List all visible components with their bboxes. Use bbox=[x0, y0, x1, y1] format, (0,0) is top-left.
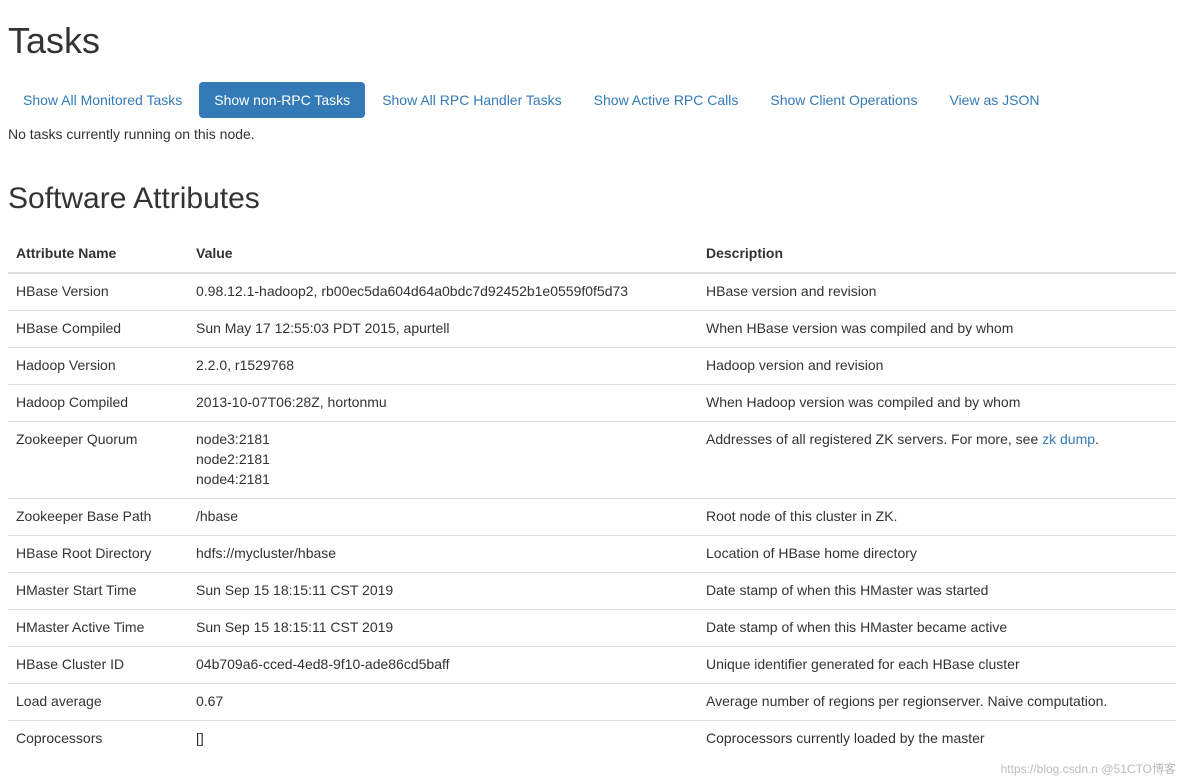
attr-description: When HBase version was compiled and by w… bbox=[698, 310, 1176, 347]
tab-item: Show All RPC Handler Tasks bbox=[367, 82, 576, 118]
col-value: Value bbox=[188, 236, 698, 273]
attr-name: Hadoop Compiled bbox=[8, 384, 188, 421]
table-row: HMaster Active TimeSun Sep 15 18:15:11 C… bbox=[8, 609, 1176, 646]
tab-item: Show Active RPC Calls bbox=[579, 82, 754, 118]
tab-link[interactable]: Show Active RPC Calls bbox=[579, 82, 754, 118]
watermark: https://blog.csdn.n @51CTO博客 bbox=[1001, 760, 1176, 777]
tasks-tabs: Show All Monitored TasksShow non-RPC Tas… bbox=[8, 82, 1176, 118]
attr-name: HBase Compiled bbox=[8, 310, 188, 347]
table-row: HBase Cluster ID04b709a6-cced-4ed8-9f10-… bbox=[8, 646, 1176, 683]
desc-text: Addresses of all registered ZK servers. … bbox=[706, 431, 1042, 447]
col-description: Description bbox=[698, 236, 1176, 273]
tab-link[interactable]: Show non-RPC Tasks bbox=[199, 82, 365, 118]
attr-value: 2.2.0, r1529768 bbox=[188, 347, 698, 384]
attr-description: Date stamp of when this HMaster became a… bbox=[698, 609, 1176, 646]
table-row: HBase CompiledSun May 17 12:55:03 PDT 20… bbox=[8, 310, 1176, 347]
attr-name: Zookeeper Base Path bbox=[8, 498, 188, 535]
tasks-status: No tasks currently running on this node. bbox=[8, 126, 1176, 142]
attr-value: hdfs://mycluster/hbase bbox=[188, 535, 698, 572]
tab-link[interactable]: View as JSON bbox=[934, 82, 1054, 118]
attr-name: HBase Root Directory bbox=[8, 535, 188, 572]
attr-description: Coprocessors currently loaded by the mas… bbox=[698, 720, 1176, 756]
table-row: Hadoop Version2.2.0, r1529768Hadoop vers… bbox=[8, 347, 1176, 384]
attr-value: Sun Sep 15 18:15:11 CST 2019 bbox=[188, 609, 698, 646]
attr-name: Coprocessors bbox=[8, 720, 188, 756]
attr-name: Hadoop Version bbox=[8, 347, 188, 384]
tab-link[interactable]: Show All RPC Handler Tasks bbox=[367, 82, 576, 118]
attr-description: HBase version and revision bbox=[698, 273, 1176, 310]
attr-value: Sun May 17 12:55:03 PDT 2015, apurtell bbox=[188, 310, 698, 347]
attr-name: Load average bbox=[8, 683, 188, 720]
attr-description: Date stamp of when this HMaster was star… bbox=[698, 572, 1176, 609]
table-row: HBase Root Directoryhdfs://mycluster/hba… bbox=[8, 535, 1176, 572]
table-row: Coprocessors[]Coprocessors currently loa… bbox=[8, 720, 1176, 756]
table-row: Zookeeper Quorumnode3:2181 node2:2181 no… bbox=[8, 421, 1176, 498]
attr-value: Sun Sep 15 18:15:11 CST 2019 bbox=[188, 572, 698, 609]
tab-item: View as JSON bbox=[934, 82, 1054, 118]
attr-name: HMaster Start Time bbox=[8, 572, 188, 609]
desc-text: . bbox=[1095, 431, 1099, 447]
table-row: Zookeeper Base Path/hbaseRoot node of th… bbox=[8, 498, 1176, 535]
attr-value: [] bbox=[188, 720, 698, 756]
tab-item: Show Client Operations bbox=[755, 82, 932, 118]
attr-name: HBase Cluster ID bbox=[8, 646, 188, 683]
tab-item: Show All Monitored Tasks bbox=[8, 82, 197, 118]
attr-name: Zookeeper Quorum bbox=[8, 421, 188, 498]
attr-description: Hadoop version and revision bbox=[698, 347, 1176, 384]
attr-value: node3:2181 node2:2181 node4:2181 bbox=[188, 421, 698, 498]
attr-value: 0.98.12.1-hadoop2, rb00ec5da604d64a0bdc7… bbox=[188, 273, 698, 310]
table-row: HBase Version0.98.12.1-hadoop2, rb00ec5d… bbox=[8, 273, 1176, 310]
table-row: HMaster Start TimeSun Sep 15 18:15:11 CS… bbox=[8, 572, 1176, 609]
attr-value: 2013-10-07T06:28Z, hortonmu bbox=[188, 384, 698, 421]
attr-description: Average number of regions per regionserv… bbox=[698, 683, 1176, 720]
table-row: Hadoop Compiled2013-10-07T06:28Z, horton… bbox=[8, 384, 1176, 421]
attributes-table: Attribute Name Value Description HBase V… bbox=[8, 236, 1176, 757]
tab-link[interactable]: Show Client Operations bbox=[755, 82, 932, 118]
attr-description: Addresses of all registered ZK servers. … bbox=[698, 421, 1176, 498]
attr-name: HBase Version bbox=[8, 273, 188, 310]
table-row: Load average0.67Average number of region… bbox=[8, 683, 1176, 720]
attr-description: Unique identifier generated for each HBa… bbox=[698, 646, 1176, 683]
attr-value: 0.67 bbox=[188, 683, 698, 720]
attr-description: When Hadoop version was compiled and by … bbox=[698, 384, 1176, 421]
attr-description: Root node of this cluster in ZK. bbox=[698, 498, 1176, 535]
attr-value: 04b709a6-cced-4ed8-9f10-ade86cd5baff bbox=[188, 646, 698, 683]
attributes-heading: Software Attributes bbox=[8, 182, 1176, 216]
col-attribute-name: Attribute Name bbox=[8, 236, 188, 273]
attr-description: Location of HBase home directory bbox=[698, 535, 1176, 572]
attr-value: /hbase bbox=[188, 498, 698, 535]
zk-dump-link[interactable]: zk dump bbox=[1042, 431, 1095, 447]
tab-item: Show non-RPC Tasks bbox=[199, 82, 365, 118]
table-header-row: Attribute Name Value Description bbox=[8, 236, 1176, 273]
tasks-heading: Tasks bbox=[8, 20, 1176, 62]
attr-name: HMaster Active Time bbox=[8, 609, 188, 646]
tab-link[interactable]: Show All Monitored Tasks bbox=[8, 82, 197, 118]
